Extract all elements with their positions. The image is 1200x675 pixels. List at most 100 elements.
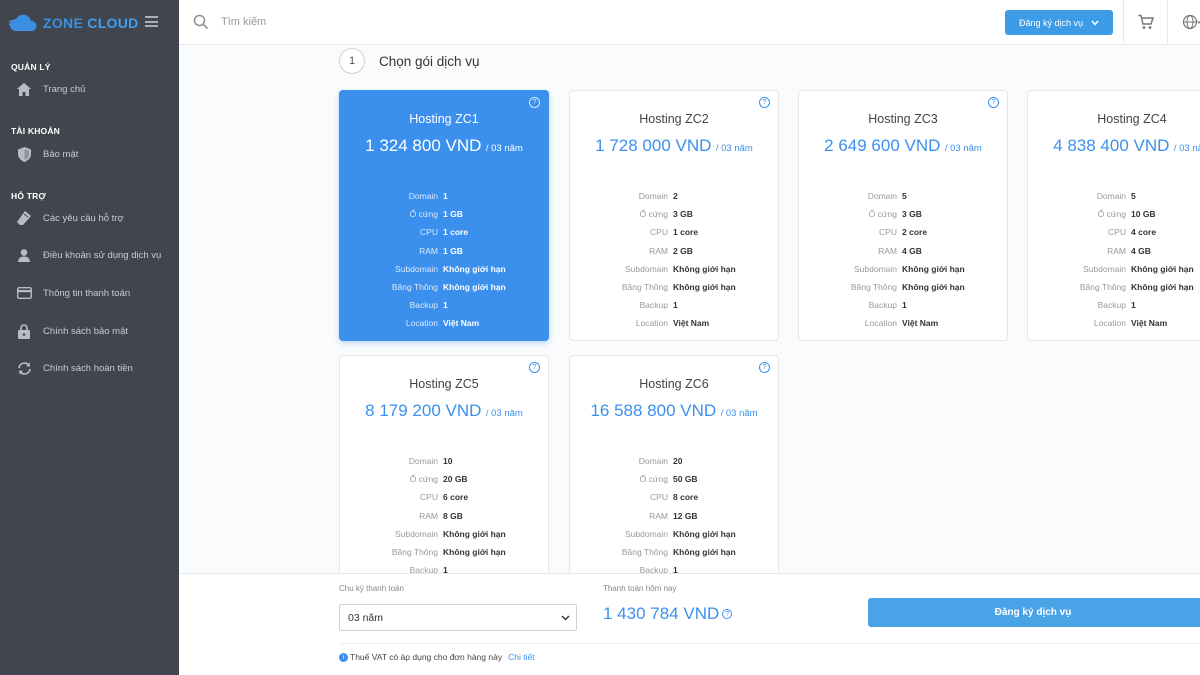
package-card[interactable]: ?Hosting ZC44 838 400 VND / 03 nămDomain… <box>1027 90 1200 341</box>
price-amount: 1 728 000 VND <box>595 136 712 155</box>
cart-icon[interactable] <box>1138 14 1154 30</box>
help-icon[interactable]: ? <box>988 97 999 108</box>
spec-label: Backup <box>639 300 668 311</box>
lock-icon <box>16 323 32 339</box>
billing-cycle-select[interactable]: 03 năm <box>339 604 577 631</box>
sidebar-item-terms[interactable]: Điều khoản sử dụng dịch vụ <box>0 244 179 266</box>
spec-label: Ổ cứng <box>868 209 897 220</box>
spec-row-bandwidth: Băng Thông Không giới hạn <box>1028 278 1200 296</box>
spec-label: Domain <box>638 456 668 467</box>
home-icon <box>16 81 32 97</box>
sidebar-section-manage: QUẢN LÝ <box>11 62 51 72</box>
package-card[interactable]: ? Hosting ZC1 1 324 800 VND / 03 năm Domain… <box>339 90 549 341</box>
spec-row-ram: RAM 1 GB <box>340 242 548 260</box>
spec-label: Băng Thông <box>621 282 668 293</box>
step-header: 1 Chọn gói dịch vụ <box>339 48 480 74</box>
chevron-down-icon <box>1091 20 1099 26</box>
spec-value: Không giới hạn <box>1131 282 1194 293</box>
price-amount: 2 649 600 VND <box>824 136 941 155</box>
cloud-logo-icon <box>9 14 37 31</box>
spec-label: Domain <box>638 191 668 202</box>
spec-value: 1 GB <box>443 245 463 256</box>
help-icon[interactable]: ? <box>722 609 733 619</box>
spec-row-ram: RAM 4 GB <box>1028 242 1200 260</box>
spec-value: Không giới hạn <box>673 547 736 558</box>
spec-value: Việt Nam <box>1131 318 1168 329</box>
price-amount: 16 588 800 VND <box>590 401 717 420</box>
package-card[interactable]: ? Hosting ZC3 2 649 600 VND / 03 năm Domain… <box>798 90 1008 341</box>
spec-value: 1 core <box>443 227 469 238</box>
package-card[interactable]: ? Hosting ZC6 16 588 800 VND / 03 năm Domai… <box>569 355 779 606</box>
sidebar-item-payment-info[interactable]: Thông tin thanh toán <box>0 282 179 304</box>
globe-icon[interactable] <box>1182 14 1200 30</box>
spec-label: Băng Thông <box>621 547 668 558</box>
spec-label: Băng Thông <box>850 282 897 293</box>
spec-row-disk: Ổ cứng 20 GB <box>340 470 548 488</box>
help-icon[interactable]: ? <box>529 362 540 373</box>
package-price: 1 728 000 VND / 03 năm <box>570 136 778 156</box>
package-card[interactable]: ? Hosting ZC2 1 728 000 VND / 03 năm Domain… <box>569 90 779 341</box>
package-card[interactable]: ? Hosting ZC5 8 179 200 VND / 03 năm Domain… <box>339 355 549 606</box>
spec-label: Backup <box>1097 300 1126 311</box>
sidebar-item-label: Các yêu cầu hỗ trợ <box>43 212 124 224</box>
spec-value: Không giới hạn <box>673 263 736 274</box>
spec-value: 8 GB <box>443 510 463 521</box>
search-input[interactable] <box>221 12 521 32</box>
sidebar-item-label: Trang chủ <box>43 83 86 95</box>
spec-row-ram: RAM 4 GB <box>799 242 1007 260</box>
package-name: Hosting ZC4 <box>1097 112 1167 126</box>
brand-logo[interactable]: ZONE CLOUD <box>0 0 179 45</box>
spec-row-bandwidth: Băng Thông Không giới hạn <box>799 278 1007 296</box>
sidebar-item-support-requests[interactable]: Các yêu cầu hỗ trợ <box>0 207 179 229</box>
spec-label: CPU <box>420 492 438 503</box>
price-amount: 1 324 800 VND <box>365 136 482 155</box>
spec-value: 4 core <box>1131 227 1157 238</box>
sidebar-item-security[interactable]: Bảo mật <box>0 143 179 165</box>
package-price: 8 179 200 VND / 03 năm <box>340 401 548 421</box>
spec-label: RAM <box>878 245 897 256</box>
spec-row-disk: Ổ cứng 10 GB <box>1028 205 1200 223</box>
spec-label: RAM <box>419 510 438 521</box>
topbar: Đăng ký dịch vụ <box>179 0 1200 45</box>
spec-row-domain: Domain 5 <box>799 187 1007 205</box>
billing-cycle-value: 03 năm <box>348 611 384 624</box>
spec-value: 1 core <box>673 227 699 238</box>
chevron-down-icon <box>561 615 570 620</box>
register-service-dropdown-button[interactable]: Đăng ký dịch vụ <box>1005 10 1113 35</box>
register-service-button[interactable]: Đăng ký dịch vụ <box>868 598 1200 627</box>
help-icon[interactable]: ? <box>759 362 770 373</box>
menu-toggle-icon[interactable] <box>145 16 158 27</box>
spec-row-location: Location Việt Nam <box>570 314 778 332</box>
package-name: Hosting ZC6 <box>639 377 709 391</box>
vat-note: i Thuế VAT có áp dụng cho đơn hàng này C… <box>339 652 535 662</box>
spec-value: 12 GB <box>673 510 698 521</box>
spec-value: 5 <box>902 191 907 202</box>
spec-value: Không giới hạn <box>1131 263 1194 274</box>
sidebar-item-refund-policy[interactable]: Chính sách hoàn tiền <box>0 357 179 379</box>
spec-row-ram: RAM 8 GB <box>340 507 548 525</box>
help-icon[interactable]: ? <box>529 97 540 108</box>
spec-label: Location <box>1093 318 1126 329</box>
spec-value: 8 core <box>673 492 699 503</box>
spec-value: 3 GB <box>902 209 922 220</box>
spec-row-disk: Ổ cứng 50 GB <box>570 470 778 488</box>
help-icon[interactable]: ? <box>759 97 770 108</box>
spec-label: Subdomain <box>1082 263 1126 274</box>
spec-row-location: Location Việt Nam <box>340 314 548 332</box>
sidebar-section-account: TÀI KHOẢN <box>11 126 61 136</box>
spec-row-bandwidth: Băng Thông Không giới hạn <box>340 543 548 561</box>
sidebar-item-home[interactable]: Trang chủ <box>0 78 179 100</box>
search-icon[interactable] <box>193 14 209 30</box>
spec-value: 6 core <box>443 492 469 503</box>
spec-label: Subdomain <box>394 263 438 274</box>
spec-row-cpu: CPU 1 core <box>570 223 778 241</box>
spec-label: Ổ cứng <box>409 209 438 220</box>
spec-value: Không giới hạn <box>902 282 965 293</box>
sidebar-item-privacy-policy[interactable]: Chính sách bảo mật <box>0 320 179 342</box>
spec-value: 4 GB <box>902 245 922 256</box>
spec-value: Không giới hạn <box>443 528 506 539</box>
package-name: Hosting ZC1 <box>409 112 479 126</box>
spec-value: 1 <box>673 300 678 311</box>
spec-row-cpu: CPU 4 core <box>1028 223 1200 241</box>
vat-details-link[interactable]: Chi tiết <box>508 652 534 662</box>
